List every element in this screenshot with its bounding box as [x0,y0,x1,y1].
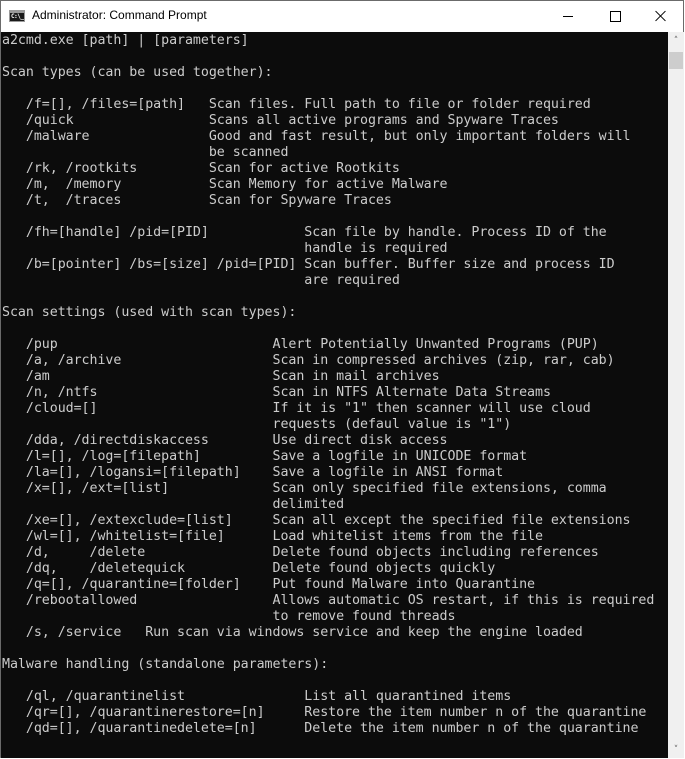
console-line: /f=[], /files=[path] Scan files. Full pa… [2,97,591,112]
console-line: /fh=[handle] /pid=[PID] Scan file by han… [2,225,607,240]
console-line: /d, /delete Delete found objects includi… [2,545,599,560]
chevron-down-icon: ˅ [673,744,679,755]
console-line: /l=[], /log=[filepath] Save a logfile in… [2,449,528,464]
console-line: /x=[], /ext=[list] Scan only specified f… [2,481,607,496]
console-line: /xe=[], /extexclude=[list] Scan all exce… [2,513,631,528]
console-line: /dq, /deletequick Delete found objects q… [2,561,496,576]
scroll-down-button[interactable]: ˅ [668,741,684,758]
console-line: /la=[], /logansi=[filepath] Save a logfi… [2,465,504,480]
console-output[interactable]: a2cmd.exe [path] | [parameters] Scan type… [1,32,668,758]
close-button[interactable] [638,1,684,31]
console-line: delimited [2,497,345,512]
cmd-icon-text: C:\_ [11,13,24,20]
command-prompt-window: C:\_ Administrator: Command Prompt a2cmd… [0,0,684,758]
console-line: /am Scan in mail archives [2,369,440,384]
close-icon [655,10,667,22]
console-line: handle is required [2,241,448,256]
console-line: a2cmd.exe [path] | [parameters] [2,33,249,48]
console-line: /m, /memory Scan Memory for active Malwa… [2,177,448,192]
console-line: are required [2,273,400,288]
console-line: /ql, /quarantinelist List all quarantine… [2,689,512,704]
console-line: /s, /service Run scan via windows servic… [2,625,583,640]
console-line: /dda, /directdiskaccess Use direct disk … [2,433,448,448]
console-line: be scanned [2,145,289,160]
console-line: Scan settings (used with scan types): [2,305,297,320]
console-line: /a, /archive Scan in compressed archives… [2,353,615,368]
vertical-scrollbar[interactable]: ˄ ˅ [668,32,684,758]
console-line: /malware Good and fast result, but only … [2,129,631,144]
maximize-icon [609,10,621,22]
console-line: requests (defaul value is "1") [2,417,512,432]
console-line: /t, /traces Scan for Spyware Traces [2,193,392,208]
console-line: /b=[pointer] /bs=[size] /pid=[PID] Scan … [2,257,615,272]
console-line: Malware handling (standalone parameters)… [2,657,329,672]
scrollbar-thumb[interactable] [669,52,683,69]
console-line: /rebootallowed Allows automatic OS resta… [2,593,655,608]
minimize-icon [563,15,573,17]
chevron-up-icon: ˄ [673,35,679,46]
console-line: /rk, /rootkits Scan for active Rootkits [2,161,400,176]
console-line: /quick Scans all active programs and Spy… [2,113,559,128]
window-title: Administrator: Command Prompt [32,8,207,22]
scroll-up-button[interactable]: ˄ [668,32,684,49]
console-line: Scan types (can be used together): [2,65,273,80]
console-line: /cloud=[] If it is "1" then scanner will… [2,401,591,416]
console-line: /q=[], /quarantine=[folder] Put found Ma… [2,577,536,592]
console-line: /qr=[], /quarantinerestore=[n] Restore t… [2,705,647,720]
console-line: to remove found threads [2,609,456,624]
console-line: /qd=[], /quarantinedelete=[n] Delete the… [2,721,639,736]
minimize-button[interactable] [545,1,591,31]
console-line: /wl=[], /whitelist=[file] Load whitelist… [2,529,543,544]
cmd-icon: C:\_ [9,10,25,22]
console-line: /n, /ntfs Scan in NTFS Alternate Data St… [2,385,551,400]
maximize-button[interactable] [592,1,638,31]
console-line: /pup Alert Potentially Unwanted Programs… [2,337,599,352]
title-bar[interactable]: C:\_ Administrator: Command Prompt [1,1,683,31]
